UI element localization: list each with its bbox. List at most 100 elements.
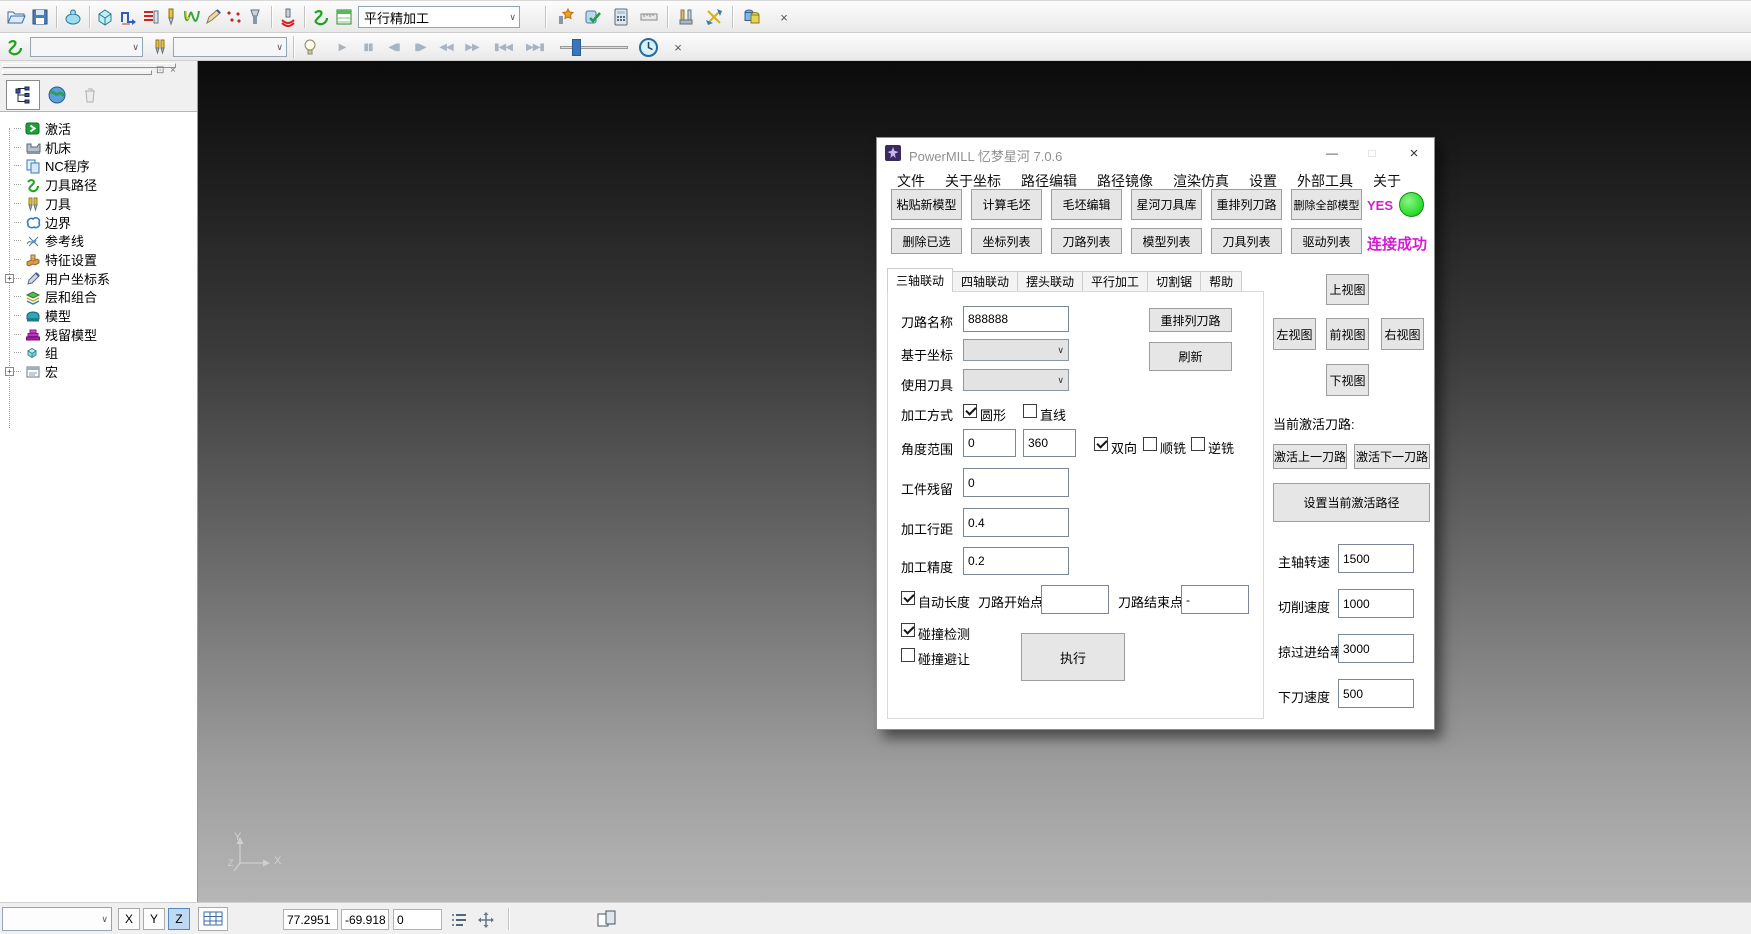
view-front-button[interactable]: 前视图 bbox=[1326, 318, 1369, 350]
maximize-icon[interactable]: □ bbox=[1354, 138, 1390, 168]
expand-icon[interactable]: + bbox=[5, 274, 14, 283]
tolerance-input[interactable] bbox=[963, 547, 1069, 575]
close-icon[interactable]: × bbox=[666, 35, 690, 59]
coord-x-field[interactable] bbox=[283, 909, 338, 930]
tree-item-tool[interactable]: 刀具 bbox=[14, 194, 71, 213]
activate-prev-button[interactable]: 激活上一刀路 bbox=[1273, 444, 1347, 469]
rearrange-toolpath-button-2[interactable]: 重排列刀路 bbox=[1149, 308, 1232, 332]
delete-all-models-button[interactable]: 删除全部模型 bbox=[1291, 189, 1362, 220]
use-tool-dropdown[interactable]: ∨ bbox=[963, 369, 1069, 391]
dialog-titlebar[interactable]: PowerMILL 忆梦星河 7.0.6 — □ × bbox=[877, 138, 1434, 168]
fast-forward-icon[interactable]: ▶▶ bbox=[460, 35, 484, 59]
toolpath-swirl-icon[interactable] bbox=[309, 5, 333, 29]
active-strategy-dropdown[interactable]: 平行精加工 ∨ bbox=[358, 6, 520, 28]
model-list-button[interactable]: 模型列表 bbox=[1131, 228, 1202, 254]
save-icon[interactable] bbox=[28, 5, 52, 29]
panel-grip-handle[interactable] bbox=[2, 63, 176, 68]
angle-from-input[interactable] bbox=[963, 429, 1016, 457]
axis-z-button[interactable]: Z bbox=[168, 908, 190, 930]
batch-tool-icon[interactable] bbox=[553, 5, 577, 29]
cutting-feed-input[interactable] bbox=[1338, 589, 1414, 618]
panel-close-icon[interactable]: × bbox=[170, 65, 176, 76]
rearrange-toolpath-button[interactable]: 重排列刀路 bbox=[1211, 189, 1282, 220]
axis-y-button[interactable]: Y bbox=[143, 908, 165, 930]
angle-to-input[interactable] bbox=[1023, 429, 1076, 457]
skim-feed-input[interactable] bbox=[1338, 634, 1414, 663]
simulation-speed-slider-track[interactable] bbox=[560, 46, 628, 49]
toolpath-name-input[interactable] bbox=[963, 306, 1069, 332]
tab-4axis[interactable]: 四轴联动 bbox=[953, 271, 1018, 292]
go-end-icon[interactable]: ▶▶▮ bbox=[520, 35, 550, 59]
toolpath-list-icon[interactable] bbox=[332, 5, 356, 29]
toolpath-list-button[interactable]: 刀路列表 bbox=[1051, 228, 1122, 254]
minimize-icon[interactable]: — bbox=[1314, 138, 1350, 168]
block-icon[interactable] bbox=[93, 5, 117, 29]
activate-next-button[interactable]: 激活下一刀路 bbox=[1354, 444, 1430, 469]
tree-item-machine[interactable]: 机床 bbox=[14, 138, 71, 157]
list-options-icon[interactable] bbox=[450, 910, 470, 934]
tree-item-activate[interactable]: 激活 bbox=[14, 119, 71, 138]
play-icon[interactable]: ▶ bbox=[330, 35, 354, 59]
climb-checkbox[interactable] bbox=[1143, 437, 1157, 451]
start-point-input[interactable] bbox=[1041, 585, 1109, 614]
pause-icon[interactable]: ▮▮ bbox=[356, 35, 380, 59]
clock-icon[interactable] bbox=[636, 35, 660, 59]
tree-item-feature-set[interactable]: 特征设置 bbox=[14, 250, 97, 269]
view-left-button[interactable]: 左视图 bbox=[1273, 318, 1316, 350]
delete-selected-button[interactable]: 删除已选 bbox=[891, 228, 962, 254]
tree-item-levels[interactable]: 层和组合 bbox=[14, 287, 97, 306]
collision-avoid-checkbox[interactable] bbox=[901, 648, 915, 662]
verify-icon[interactable] bbox=[581, 5, 605, 29]
tree-item-toolpath[interactable]: 刀具路径 bbox=[14, 175, 97, 194]
tab-explorer-tree[interactable] bbox=[6, 80, 40, 110]
tab-explorer-trash[interactable] bbox=[73, 80, 107, 110]
tree-item-boundary[interactable]: 边界 bbox=[14, 213, 71, 232]
simulation-toolpath-dropdown[interactable]: ∨ bbox=[30, 37, 143, 57]
lamp-icon[interactable] bbox=[298, 35, 322, 59]
calculator-icon[interactable] bbox=[609, 5, 633, 29]
menu-render-sim[interactable]: 渲染仿真 bbox=[1163, 171, 1239, 191]
toolpath-swirl-icon[interactable] bbox=[3, 35, 27, 59]
menu-path-mirror[interactable]: 路径镜像 bbox=[1087, 171, 1163, 191]
step-forward-icon[interactable]: ▮▶ bbox=[408, 35, 432, 59]
spindle-speed-input[interactable] bbox=[1338, 544, 1414, 573]
calc-block-button[interactable]: 计算毛坯 bbox=[971, 189, 1042, 220]
tree-item-group[interactable]: 组 bbox=[14, 343, 58, 362]
circle-checkbox[interactable] bbox=[963, 404, 977, 418]
stepover-input[interactable] bbox=[963, 508, 1069, 537]
set-active-path-button[interactable]: 设置当前激活路径 bbox=[1273, 483, 1430, 522]
drive-list-button[interactable]: 驱动列表 bbox=[1291, 228, 1362, 254]
conventional-checkbox[interactable] bbox=[1191, 437, 1205, 451]
ruler-icon[interactable] bbox=[637, 5, 661, 29]
coord-y-field[interactable] bbox=[341, 909, 389, 930]
close-icon[interactable]: × bbox=[1394, 138, 1434, 168]
render-icon[interactable] bbox=[61, 5, 85, 29]
toolholder-icon[interactable] bbox=[243, 5, 267, 29]
close-icon[interactable]: × bbox=[772, 5, 796, 29]
menu-file[interactable]: 文件 bbox=[887, 171, 935, 191]
execute-button[interactable]: 执行 bbox=[1021, 633, 1125, 681]
collision-check-checkbox[interactable] bbox=[901, 623, 915, 637]
tab-tilt-head[interactable]: 摆头联动 bbox=[1018, 271, 1083, 292]
panel-grip-handle[interactable] bbox=[2, 70, 152, 75]
panel-float-icon[interactable]: ⊡ bbox=[156, 65, 164, 76]
probe-icon[interactable] bbox=[674, 5, 698, 29]
menu-coords[interactable]: 关于坐标 bbox=[935, 171, 1011, 191]
move-cross-icon[interactable] bbox=[476, 910, 496, 934]
view-top-button[interactable]: 上视图 bbox=[1326, 274, 1369, 305]
auto-length-checkbox[interactable] bbox=[901, 591, 915, 605]
compare-icon[interactable] bbox=[740, 5, 764, 29]
statusbar-dropdown[interactable]: ∨ bbox=[2, 907, 112, 931]
plunge-feed-input[interactable] bbox=[1338, 679, 1414, 708]
menu-external-tools[interactable]: 外部工具 bbox=[1287, 171, 1363, 191]
step-back-icon[interactable]: ◀▮ bbox=[382, 35, 406, 59]
view-right-button[interactable]: 右视图 bbox=[1381, 318, 1424, 350]
tool-list-button[interactable]: 刀具列表 bbox=[1211, 228, 1282, 254]
menu-settings[interactable]: 设置 bbox=[1239, 171, 1287, 191]
simulation-tool-dropdown[interactable]: ∨ bbox=[173, 37, 287, 57]
paste-new-model-button[interactable]: 粘贴新模型 bbox=[891, 189, 962, 220]
tree-item-workplane[interactable]: 用户坐标系 bbox=[14, 269, 110, 288]
collision-check-icon[interactable] bbox=[276, 5, 300, 29]
tree-item-stock-model[interactable]: 残留模型 bbox=[14, 325, 97, 344]
menu-path-edit[interactable]: 路径编辑 bbox=[1011, 171, 1087, 191]
